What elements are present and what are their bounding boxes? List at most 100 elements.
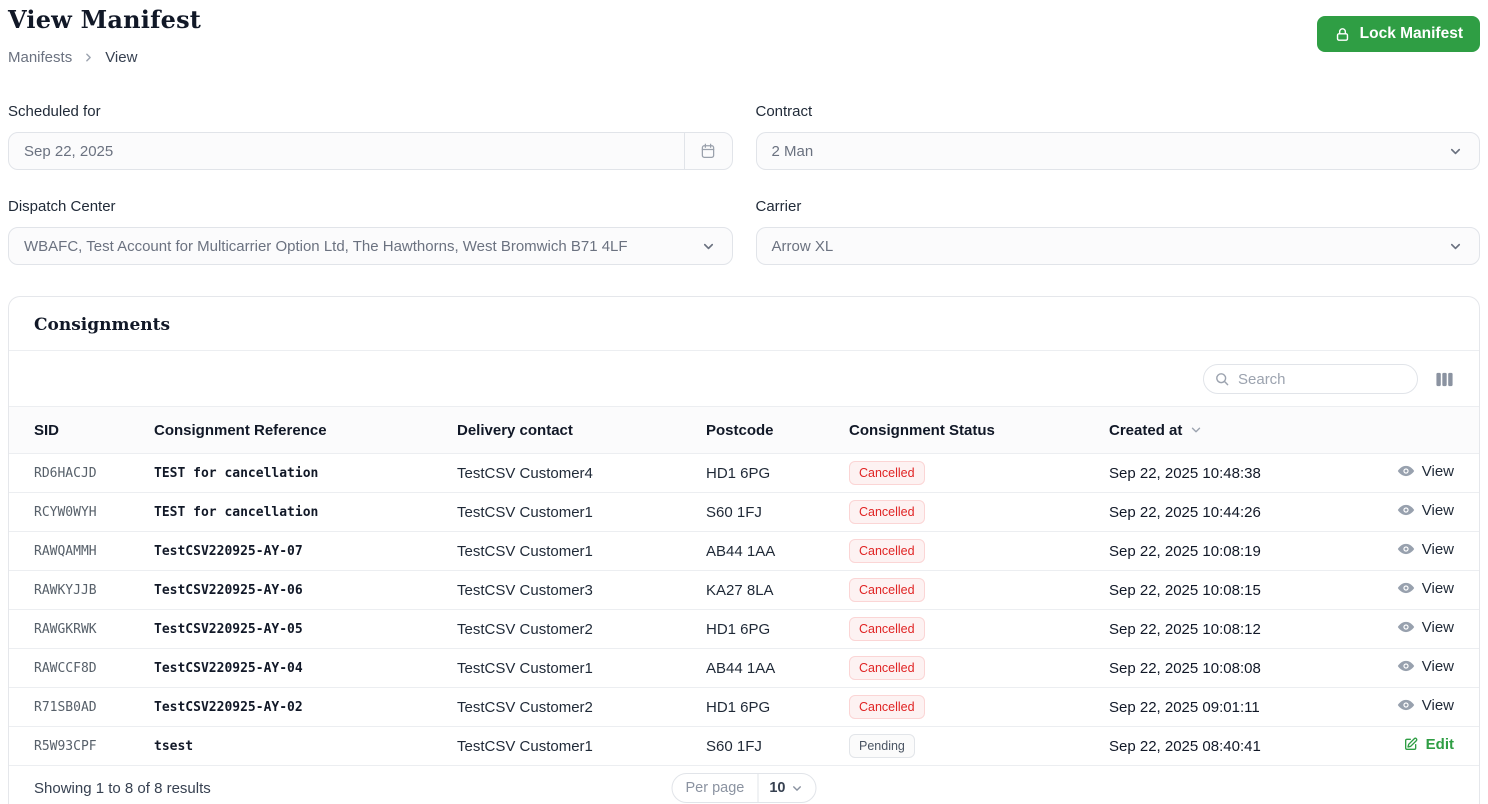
cell-actions: View [1339,454,1479,493]
table-row: R5W93CPF tsest TestCSV Customer1 S60 1FJ… [9,727,1479,766]
chevron-down-icon [1450,148,1461,154]
cell-delivery-contact: TestCSV Customer3 [457,581,593,599]
cell-consignment-status: Cancelled [849,532,1109,571]
view-label: View [1421,618,1454,636]
edit-icon [1404,737,1418,751]
view-button[interactable]: View [1397,696,1454,714]
lock-manifest-label: Lock Manifest [1359,25,1463,42]
eye-icon [1397,660,1414,672]
view-button[interactable]: View [1397,579,1454,597]
view-button[interactable]: View [1397,618,1454,636]
eye-icon [1397,699,1414,711]
carrier-value: Arrow XL [771,237,834,255]
cell-delivery-contact: TestCSV Customer1 [457,503,593,521]
search-input[interactable] [1238,370,1407,388]
carrier-select[interactable]: Arrow XL [755,227,1480,265]
view-label: View [1421,657,1454,675]
contract-label: Contract [755,103,813,120]
view-button[interactable]: View [1397,501,1454,519]
dispatch-center-select[interactable]: WBAFC, Test Account for Multicarrier Opt… [8,227,733,265]
edit-button[interactable]: Edit [1403,736,1454,753]
view-button[interactable]: View [1397,540,1454,558]
breadcrumb-item-manifests[interactable]: Manifests [8,49,72,66]
cell-actions: View [1339,688,1479,727]
cell-consignment-status: Cancelled [849,493,1109,532]
cell-consignment-status: Cancelled [849,454,1109,493]
lock-icon [1336,27,1348,41]
consignments-title: Consignments [34,315,171,335]
search-input-wrapper[interactable] [1203,364,1418,394]
cell-created-at: Sep 22, 2025 10:44:26 [1109,503,1261,521]
consignments-card-header: Consignments [9,297,1479,351]
cell-consignment-reference: TestCSV220925-AY-02 [154,699,303,715]
cell-created-at: Sep 22, 2025 08:40:41 [1109,737,1261,755]
status-badge: Cancelled [849,617,925,641]
table-row: RCYW0WYH TEST for cancellation TestCSV C… [9,493,1479,532]
cell-created-at: Sep 22, 2025 09:01:11 [1109,698,1260,716]
cell-delivery-contact: TestCSV Customer1 [457,737,593,755]
table-row: RAWQAMMH TestCSV220925-AY-07 TestCSV Cus… [9,532,1479,571]
breadcrumb: Manifests View [8,49,201,66]
breadcrumb-item-view: View [105,49,138,66]
cell-consignment-reference: TestCSV220925-AY-06 [154,582,303,598]
table-row: RAWGKRWK TestCSV220925-AY-05 TestCSV Cus… [9,610,1479,649]
cell-created-at: Sep 22, 2025 10:48:38 [1109,464,1261,482]
column-header-consignment-status: Consignment Status [849,421,995,439]
columns-toggle-button[interactable] [1435,370,1454,389]
cell-created-at: Sep 22, 2025 10:08:12 [1109,620,1261,638]
consignments-table-body: RD6HACJD TEST for cancellation TestCSV C… [9,454,1479,766]
cell-sid: RAWGKRWK [34,621,97,637]
view-label: View [1421,540,1454,558]
table-footer: Showing 1 to 8 of 8 results Per page 10 [9,765,1479,804]
status-badge: Pending [849,734,915,758]
cell-sid: RD6HACJD [34,465,97,481]
status-badge: Cancelled [849,461,925,485]
view-button[interactable]: View [1397,462,1454,480]
status-badge: Cancelled [849,656,925,680]
cell-postcode: AB44 1AA [706,659,776,677]
consignments-card: Consignments SID Consignment Reference D… [8,296,1480,804]
per-page-value: 10 [769,780,786,796]
eye-icon [1397,465,1414,477]
calendar-icon [701,143,715,159]
column-header-created-at[interactable]: Created at [1109,407,1339,454]
view-label: View [1421,501,1454,519]
chevron-down-icon [793,785,801,791]
consignments-table: SID Consignment Reference Delivery conta… [9,406,1479,766]
cell-consignment-status: Cancelled [849,649,1109,688]
view-label: View [1421,696,1454,714]
per-page-control[interactable]: Per page 10 [671,773,817,803]
per-page-label: Per page [685,780,745,796]
sort-chevron-down-icon [1192,427,1201,433]
table-row: RAWKYJJB TestCSV220925-AY-06 TestCSV Cus… [9,571,1479,610]
cell-created-at: Sep 22, 2025 10:08:19 [1109,542,1261,560]
chevron-down-icon [1450,243,1461,249]
status-badge: Cancelled [849,539,925,563]
cell-postcode: HD1 6PG [706,464,771,482]
chevron-down-icon [703,243,713,249]
cell-postcode: HD1 6PG [706,698,771,716]
column-header-delivery-contact: Delivery contact [457,421,573,439]
field-dispatch-center: Dispatch Center WBAFC, Test Account for … [8,198,733,265]
status-badge: Cancelled [849,578,925,602]
calendar-button[interactable] [683,133,732,169]
columns-icon [1436,372,1453,386]
eye-icon [1397,504,1414,516]
cell-delivery-contact: TestCSV Customer4 [457,464,593,482]
consignments-toolbar [9,351,1479,406]
cell-actions: View [1339,532,1479,571]
table-row: RD6HACJD TEST for cancellation TestCSV C… [9,454,1479,493]
scheduled-for-label: Scheduled for [8,103,101,120]
cell-actions: View [1339,493,1479,532]
contract-select[interactable]: 2 Man [755,132,1480,170]
cell-delivery-contact: TestCSV Customer1 [457,542,593,560]
per-page-select[interactable]: 10 [758,780,815,796]
breadcrumb-separator-icon [86,53,92,62]
view-button[interactable]: View [1397,657,1454,675]
page-header: View Manifest Manifests View Lock Manife… [8,0,1480,66]
scheduled-for-input[interactable]: Sep 22, 2025 [8,132,733,170]
column-header-sid: SID [34,421,60,439]
lock-manifest-button[interactable]: Lock Manifest [1316,16,1480,52]
cell-postcode: KA27 8LA [706,581,774,599]
cell-consignment-status: Cancelled [849,571,1109,610]
